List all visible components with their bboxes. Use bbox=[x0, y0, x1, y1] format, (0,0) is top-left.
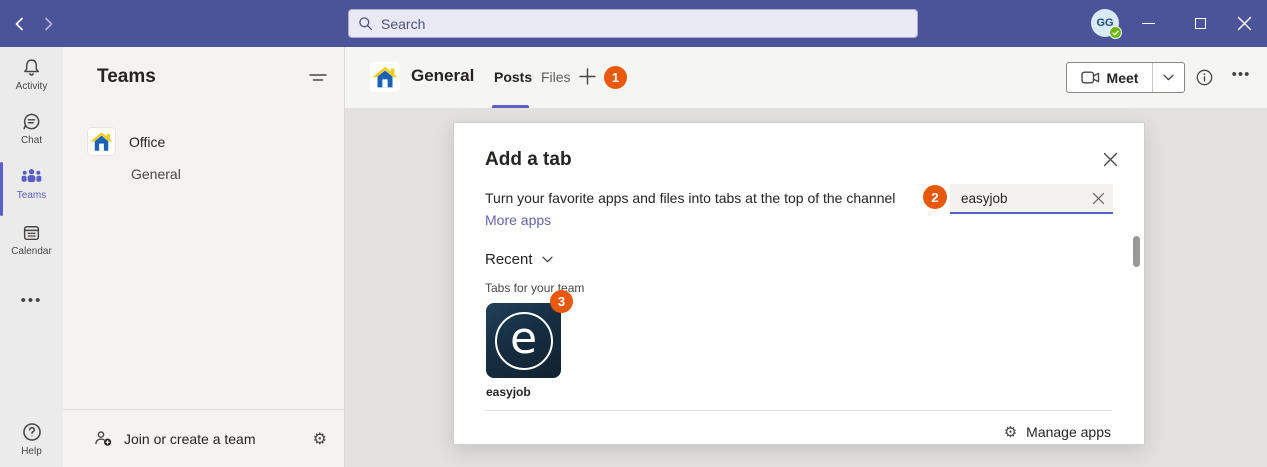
clear-search-icon[interactable] bbox=[1092, 192, 1105, 205]
search-input[interactable] bbox=[381, 15, 908, 32]
maximize-icon bbox=[1194, 18, 1206, 29]
search-icon bbox=[359, 17, 373, 31]
recent-label: Recent bbox=[485, 251, 533, 268]
join-or-create-team-link[interactable]: Join or create a team bbox=[124, 431, 302, 447]
house-icon bbox=[88, 128, 115, 155]
panel-title: Teams bbox=[97, 66, 156, 87]
channel-more-options-icon[interactable]: ••• bbox=[1228, 66, 1254, 83]
tab-posts[interactable]: Posts bbox=[494, 69, 532, 85]
recent-dropdown[interactable]: Recent bbox=[485, 251, 553, 268]
forward-icon[interactable] bbox=[39, 15, 57, 33]
meet-options-chevron[interactable] bbox=[1153, 63, 1184, 92]
sidebar-item-activity[interactable]: Activity bbox=[0, 57, 63, 92]
team-settings-gear-icon[interactable]: ⚙ bbox=[313, 429, 327, 448]
presence-available-icon bbox=[1109, 26, 1122, 39]
sidebar-item-label: Chat bbox=[20, 135, 43, 146]
person-add-icon bbox=[95, 431, 112, 446]
easyjob-logo-letter: e bbox=[509, 313, 538, 364]
step-badge-1: 1 bbox=[604, 66, 627, 89]
sidebar-item-label: Help bbox=[21, 446, 42, 457]
channel-title: General bbox=[411, 66, 475, 85]
meet-button[interactable]: Meet bbox=[1067, 63, 1152, 92]
dialog-close-icon[interactable] bbox=[1103, 152, 1118, 167]
help-icon bbox=[0, 421, 63, 443]
dialog-divider bbox=[485, 410, 1112, 411]
sidebar-item-label: Calendar bbox=[11, 246, 52, 257]
avatar[interactable]: GG bbox=[1091, 9, 1122, 39]
channel-item-general[interactable]: General bbox=[131, 166, 181, 182]
bell-icon bbox=[0, 57, 63, 78]
info-icon[interactable] bbox=[1196, 69, 1213, 86]
more-apps-link[interactable]: More apps bbox=[485, 212, 551, 228]
app-rail: Activity Chat Teams Calendar ••• Help bbox=[0, 47, 63, 467]
add-tab-plus-icon[interactable] bbox=[579, 68, 596, 85]
teams-panel: Teams Office General Join or create a te… bbox=[63, 47, 345, 467]
meet-label: Meet bbox=[1106, 69, 1139, 86]
channel-name: General bbox=[131, 166, 181, 182]
panel-footer: Join or create a team ⚙ bbox=[63, 409, 344, 467]
minimize-icon bbox=[1141, 23, 1155, 24]
app-search-field[interactable] bbox=[950, 184, 1113, 214]
close-window-button[interactable] bbox=[1221, 0, 1267, 47]
close-icon bbox=[1237, 16, 1251, 31]
step-badge-2: 2 bbox=[923, 185, 947, 209]
chevron-down-icon bbox=[541, 256, 553, 263]
sidebar-item-help[interactable]: Help bbox=[0, 421, 63, 457]
dialog-scrollbar-thumb[interactable] bbox=[1133, 236, 1140, 267]
dialog-title: Add a tab bbox=[485, 149, 572, 170]
manage-apps-label: Manage apps bbox=[1026, 424, 1111, 440]
sidebar-item-teams[interactable]: Teams bbox=[0, 166, 63, 201]
manage-apps-link[interactable]: ⚙ Manage apps bbox=[1004, 423, 1111, 441]
maximize-button[interactable] bbox=[1177, 0, 1223, 47]
tab-files[interactable]: Files bbox=[541, 69, 571, 85]
active-tab-indicator bbox=[492, 105, 529, 108]
house-icon bbox=[370, 62, 400, 92]
minimize-button[interactable] bbox=[1125, 0, 1171, 47]
teams-people-icon bbox=[0, 166, 63, 187]
dialog-description: Turn your favorite apps and files into t… bbox=[485, 190, 896, 206]
sidebar-item-label: Activity bbox=[15, 81, 48, 92]
camera-icon bbox=[1080, 71, 1099, 84]
add-a-tab-dialog: Add a tab Turn your favorite apps and fi… bbox=[453, 122, 1145, 445]
channel-header: General Posts Files 1 Meet ••• bbox=[345, 47, 1267, 108]
app-name-label: easyjob bbox=[486, 385, 531, 399]
titlebar: GG bbox=[0, 0, 1267, 47]
search-bar[interactable] bbox=[348, 9, 918, 38]
meet-split-button[interactable]: Meet bbox=[1066, 62, 1185, 93]
sidebar-item-calendar[interactable]: Calendar bbox=[0, 222, 63, 257]
team-name: Office bbox=[129, 133, 166, 150]
app-search-input[interactable] bbox=[961, 190, 1092, 206]
manage-apps-gear-icon: ⚙ bbox=[1003, 423, 1018, 441]
filter-icon[interactable] bbox=[309, 71, 327, 85]
chat-bubble-icon bbox=[0, 111, 63, 132]
team-item-office[interactable]: Office bbox=[88, 128, 165, 155]
easyjob-logo-ring: e bbox=[494, 311, 553, 370]
rail-more-apps-icon[interactable]: ••• bbox=[0, 292, 63, 309]
step-badge-3: 3 bbox=[550, 290, 573, 313]
easyjob-app-tile[interactable]: e bbox=[486, 303, 561, 378]
back-icon[interactable] bbox=[11, 15, 29, 33]
sidebar-item-label: Teams bbox=[16, 190, 47, 201]
calendar-icon bbox=[0, 222, 63, 243]
sidebar-item-chat[interactable]: Chat bbox=[0, 111, 63, 146]
chevron-down-icon bbox=[1163, 74, 1174, 81]
